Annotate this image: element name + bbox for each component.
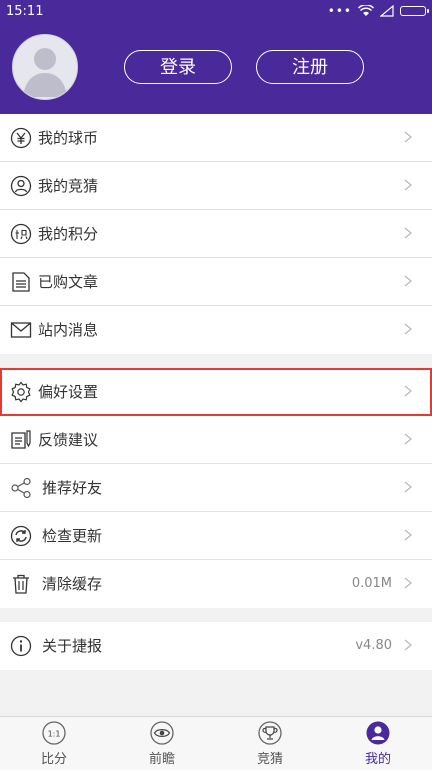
menu-label: 偏好设置 bbox=[38, 383, 99, 401]
chevron-right-icon bbox=[404, 227, 412, 239]
menu-group-about: 关于捷报 v4.80 bbox=[0, 622, 432, 670]
yen-coin-icon bbox=[10, 127, 32, 149]
chevron-right-icon bbox=[404, 433, 412, 445]
menu-label: 检查更新 bbox=[42, 527, 103, 545]
status-bar: 15:11 ••• bbox=[0, 0, 432, 24]
tab-label: 比分 bbox=[40, 752, 67, 767]
info-icon bbox=[10, 635, 32, 657]
menu-item-messages[interactable]: 站内消息 bbox=[0, 306, 432, 354]
share-icon bbox=[11, 477, 31, 499]
chevron-right-icon bbox=[404, 323, 412, 335]
battery-icon bbox=[400, 6, 429, 16]
tab-preview[interactable]: 前瞻 bbox=[108, 717, 216, 770]
wifi-icon bbox=[358, 5, 374, 16]
chevron-right-icon bbox=[404, 529, 412, 541]
chevron-right-icon bbox=[404, 131, 412, 143]
menu-item-points[interactable]: 我的积分 bbox=[0, 210, 432, 258]
menu-label: 我的积分 bbox=[38, 225, 99, 243]
tab-guess[interactable]: 竞猜 bbox=[216, 717, 324, 770]
tab-label: 前瞻 bbox=[148, 752, 175, 767]
score-icon-text: 1:1 bbox=[48, 730, 61, 739]
cache-size-value: 0.01M bbox=[351, 576, 392, 591]
tab-mine[interactable]: 我的 bbox=[324, 717, 432, 770]
points-icon bbox=[10, 223, 32, 245]
trash-icon bbox=[13, 574, 29, 594]
cellular-icon bbox=[380, 5, 394, 17]
gear-icon bbox=[11, 381, 31, 403]
profile-header: 登录 注册 bbox=[0, 24, 432, 114]
chevron-right-icon bbox=[404, 481, 412, 493]
menu-group-settings: 偏好设置 反馈建议 推荐好友 检查更新 清除缓存 0.01M bbox=[0, 368, 432, 608]
eye-icon bbox=[150, 721, 174, 745]
menu-item-clear-cache[interactable]: 清除缓存 0.01M bbox=[0, 560, 432, 608]
status-icons: ••• bbox=[327, 4, 429, 18]
menu-label: 清除缓存 bbox=[42, 575, 103, 593]
chevron-right-icon bbox=[404, 639, 412, 651]
menu-item-check-update[interactable]: 检查更新 bbox=[0, 512, 432, 560]
status-time: 15:11 bbox=[6, 4, 44, 19]
register-button[interactable]: 注册 bbox=[256, 50, 364, 84]
bottom-tab-bar: 1:1 比分 前瞻 竞猜 我的 bbox=[0, 716, 432, 770]
menu-label: 我的球币 bbox=[38, 129, 99, 147]
menu-label: 推荐好友 bbox=[42, 479, 103, 497]
menu-item-feedback[interactable]: 反馈建议 bbox=[0, 416, 432, 464]
refresh-icon bbox=[10, 525, 32, 547]
tab-score[interactable]: 1:1 比分 bbox=[0, 717, 108, 770]
user-circle-icon bbox=[10, 175, 32, 197]
chevron-right-icon bbox=[404, 275, 412, 287]
menu-label: 我的竞猜 bbox=[38, 177, 99, 195]
tab-label: 竞猜 bbox=[256, 752, 283, 767]
chevron-right-icon bbox=[404, 577, 412, 589]
tab-label: 我的 bbox=[364, 752, 391, 767]
menu-label: 站内消息 bbox=[38, 321, 99, 339]
chevron-right-icon bbox=[404, 385, 412, 397]
chevron-right-icon bbox=[404, 179, 412, 191]
document-icon bbox=[12, 272, 30, 292]
feedback-icon bbox=[11, 430, 31, 449]
score-icon: 1:1 bbox=[42, 721, 66, 745]
menu-label: 反馈建议 bbox=[38, 431, 99, 449]
avatar-placeholder-icon bbox=[23, 48, 67, 97]
menu-item-coins[interactable]: 我的球币 bbox=[0, 114, 432, 162]
menu-item-guesses[interactable]: 我的竞猜 bbox=[0, 162, 432, 210]
mail-icon bbox=[10, 322, 32, 338]
menu-label: 关于捷报 bbox=[42, 637, 103, 655]
menu-label: 已购文章 bbox=[38, 273, 99, 291]
version-value: v4.80 bbox=[355, 638, 392, 653]
menu-item-preferences[interactable]: 偏好设置 bbox=[0, 368, 432, 416]
menu-item-about[interactable]: 关于捷报 v4.80 bbox=[0, 622, 432, 670]
login-button[interactable]: 登录 bbox=[124, 50, 232, 84]
avatar[interactable] bbox=[12, 34, 78, 100]
menu-item-recommend[interactable]: 推荐好友 bbox=[0, 464, 432, 512]
profile-icon bbox=[366, 721, 390, 745]
trophy-icon bbox=[258, 721, 282, 745]
menu-item-articles[interactable]: 已购文章 bbox=[0, 258, 432, 306]
menu-group-account: 我的球币 我的竞猜 我的积分 已购文章 站内消息 bbox=[0, 114, 432, 354]
signal-dots-icon: ••• bbox=[327, 4, 352, 18]
